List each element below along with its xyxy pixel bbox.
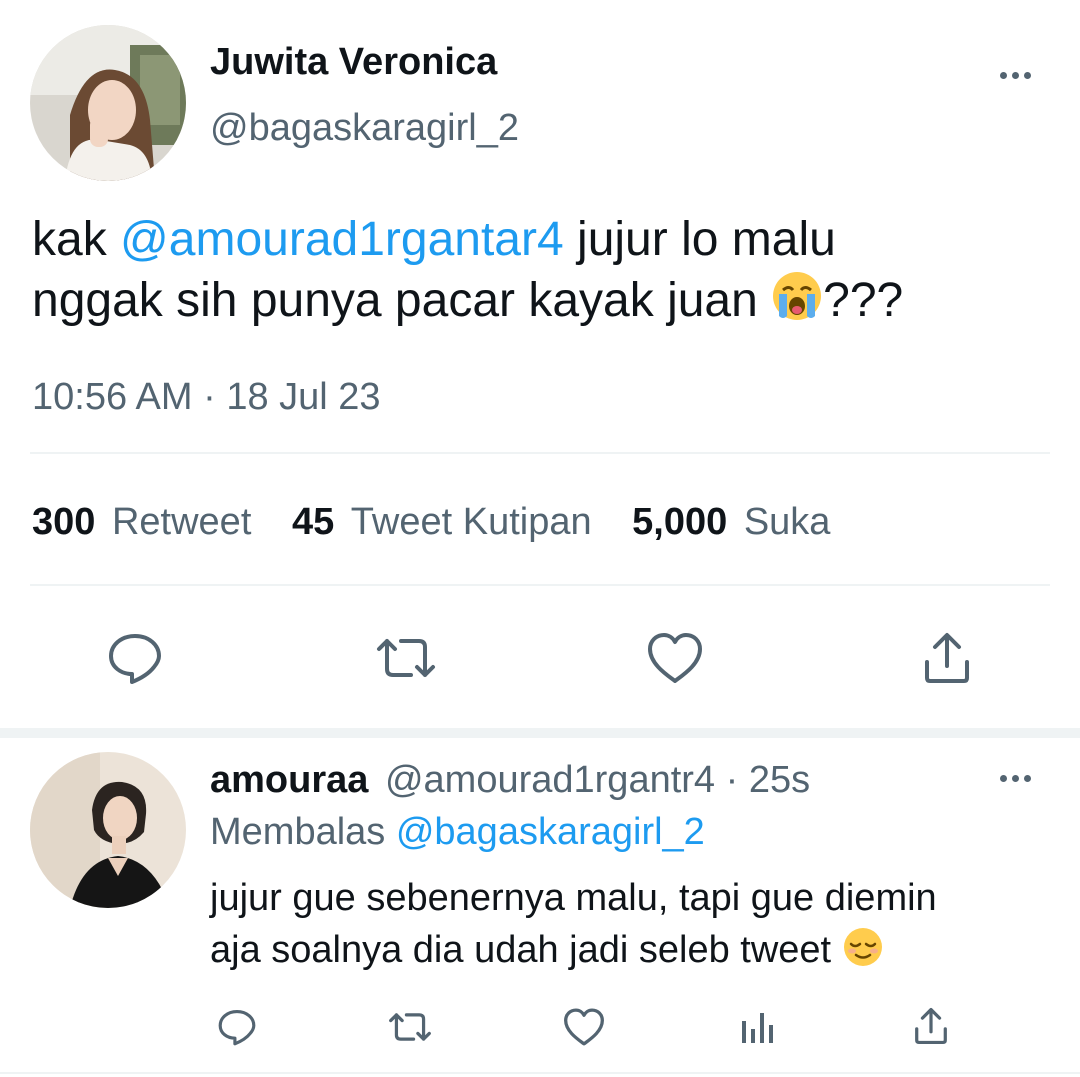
tweet-stats: 300 Retweet 45 Tweet Kutipan 5,000 Suka — [32, 500, 830, 544]
share-upload-icon — [925, 632, 969, 683]
divider — [30, 452, 1050, 454]
reply-time-separator: · — [715, 759, 749, 801]
reply-author-handle[interactable]: @amourad1rgantr4 — [385, 759, 715, 801]
quotes-label: Tweet Kutipan — [350, 501, 592, 543]
speech-bubble-icon — [218, 1010, 256, 1046]
quotes-stat[interactable]: 45 Tweet Kutipan — [292, 501, 602, 543]
relieved-face-emoji — [842, 926, 884, 982]
likes-label: Suka — [743, 501, 831, 543]
replying-to: Membalas @bagaskaragirl_2 — [210, 810, 705, 854]
retweets-stat[interactable]: 300 Retweet — [32, 501, 262, 543]
tweet-text-pre: kak — [32, 213, 121, 266]
speech-bubble-icon — [109, 633, 161, 684]
divider — [30, 584, 1050, 586]
replying-to-mention[interactable]: @bagaskaragirl_2 — [396, 811, 705, 853]
retweets-label: Retweet — [111, 501, 252, 543]
tweet-timestamp[interactable]: 10:56 AM · 18 Jul 23 — [32, 375, 381, 419]
retweets-count: 300 — [32, 501, 96, 543]
reply-analytics-button[interactable] — [735, 1005, 781, 1049]
heart-icon — [564, 1008, 604, 1046]
retweet-arrows-icon — [376, 638, 435, 677]
likes-stat[interactable]: 5,000 Suka — [632, 501, 830, 543]
share-upload-icon — [915, 1007, 947, 1045]
retweet-button[interactable] — [368, 625, 443, 690]
reply-retweet-button[interactable] — [382, 1005, 438, 1049]
more-dots-icon[interactable] — [1000, 775, 1031, 782]
heart-icon — [648, 632, 702, 683]
mention-link[interactable]: @amourad1rgantar4 — [120, 213, 564, 266]
more-dots-icon[interactable] — [1000, 72, 1031, 79]
reply-reply-button[interactable] — [212, 1005, 262, 1049]
reply-text-line1: jujur gue sebenernya malu, tapi gue diem… — [210, 877, 937, 919]
like-button[interactable] — [640, 625, 710, 690]
likes-count: 5,000 — [632, 501, 728, 543]
author-avatar[interactable] — [30, 25, 186, 181]
author-handle[interactable]: @bagaskaragirl_2 — [210, 106, 519, 150]
reply-text: jujur gue sebenernya malu, tapi gue diem… — [210, 872, 1050, 982]
author-name[interactable]: Juwita Veronica — [210, 40, 497, 84]
tweet-text: kak @amourad1rgantar4 jujur lo malu ngga… — [32, 210, 1042, 337]
section-divider — [0, 728, 1080, 738]
reply-text-line2: aja soalnya dia udah jadi seleb tweet — [210, 929, 842, 971]
bar-chart-icon — [742, 1013, 773, 1043]
retweet-arrows-icon — [389, 1013, 431, 1041]
reply-author-avatar[interactable] — [30, 752, 186, 908]
reply-header: amouraa @amourad1rgantr4 · 25s — [210, 758, 810, 802]
loudly-crying-face-emoji — [771, 270, 823, 337]
quotes-count: 45 — [291, 501, 335, 543]
replying-to-label: Membalas — [210, 811, 396, 853]
tweet-text-line1: jujur lo malu — [563, 213, 836, 266]
tweet-text-line2: nggak sih punya pacar kayak juan — [32, 274, 772, 327]
tweet-text-end: ??? — [823, 274, 904, 327]
reply-time[interactable]: 25s — [749, 759, 810, 801]
reply-button[interactable] — [100, 625, 170, 690]
share-button[interactable] — [912, 625, 982, 690]
bottom-divider — [0, 1072, 1080, 1074]
reply-share-button[interactable] — [908, 1003, 954, 1049]
reply-author-name[interactable]: amouraa — [210, 759, 368, 801]
reply-like-button[interactable] — [558, 1005, 610, 1049]
